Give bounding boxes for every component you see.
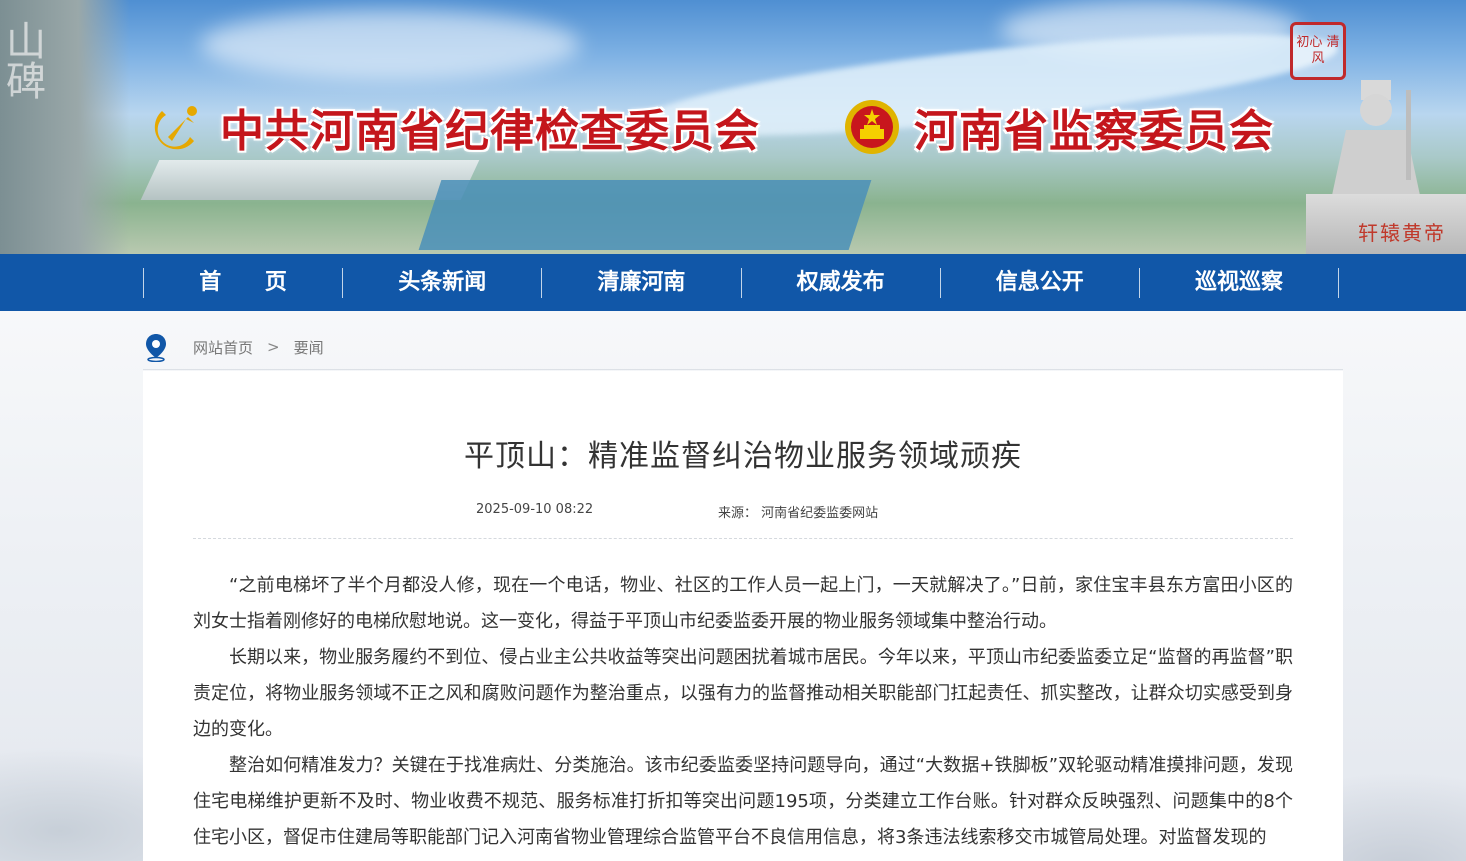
breadcrumb: 网站首页 > 要闻: [143, 331, 324, 363]
rock-inscription: 山碑: [0, 20, 45, 100]
breadcrumb-divider: [143, 369, 1343, 370]
article-date: 2025-09-10 08:22: [476, 502, 594, 517]
cpc-brand[interactable]: 中共河南省纪律检查委员会: [148, 92, 760, 162]
article-paragraph: 整治如何精准发力？关键在于找准病灶、分类施治。该市纪委监委坚持问题导向，通过“大…: [193, 755, 1293, 848]
breadcrumb-current-link[interactable]: 要闻: [294, 337, 324, 358]
article-title: 平顶山：精准监督纠治物业服务领域顽疾: [464, 439, 1022, 474]
statue-base: 轩辕黄帝: [1306, 194, 1466, 254]
cpc-title: 中共河南省纪律检查委员会: [220, 106, 760, 157]
article-meta: 2025-09-10 08:22 来源： 河南省纪委监委网站: [143, 502, 1343, 522]
breadcrumb-home-link[interactable]: 网站首页: [193, 337, 253, 358]
nav-headlines[interactable]: 头条新闻: [342, 268, 541, 298]
gov-title: 河南省监察委员会: [914, 106, 1274, 157]
lake-scenery: [418, 180, 872, 250]
party-emblem-icon: [154, 106, 197, 150]
cloud: [200, 10, 580, 80]
nav-clean-henan[interactable]: 清廉河南: [541, 268, 740, 298]
gov-brand[interactable]: 河南省监察委员会: [842, 92, 1274, 162]
site-banner: 山碑 初心 清风 轩辕黄帝 中共河南省纪律检查委员会 河南省监察委员会: [0, 0, 1466, 254]
dam-scenery: [140, 160, 480, 200]
location-pin-icon: [146, 334, 166, 362]
statue-caption: 轩辕黄帝: [1358, 221, 1446, 245]
nav-releases[interactable]: 权威发布: [740, 268, 940, 298]
rock-scenery: 山碑: [0, 0, 130, 254]
article-source: 来源： 河南省纪委监委网站: [718, 506, 879, 521]
nav-inspection[interactable]: 巡视巡察: [1138, 268, 1340, 298]
national-emblem-icon: [845, 100, 899, 154]
article-panel: 平顶山：精准监督纠治物业服务领域顽疾 2025-09-10 08:22 来源： …: [143, 371, 1343, 861]
article-paragraph: 长期以来，物业服务履约不到位、侵占业主公共收益等突出问题困扰着城市居民。今年以来…: [193, 647, 1293, 740]
nav-bar: 首 页 头条新闻 清廉河南 权威发布 信息公开 巡视巡察: [143, 268, 1340, 298]
article-body: “之前电梯坏了半个月都没人修，现在一个电话，物业、社区的工作人员一起上门，一天就…: [193, 568, 1293, 856]
nav-home[interactable]: 首 页: [143, 268, 342, 298]
nav-disclosure[interactable]: 信息公开: [939, 268, 1139, 298]
breadcrumb-separator: >: [267, 338, 280, 356]
main-nav: 首 页 头条新闻 清廉河南 权威发布 信息公开 巡视巡察: [0, 254, 1466, 311]
article-divider: [193, 538, 1293, 539]
article-paragraph: “之前电梯坏了半个月都没人修，现在一个电话，物业、社区的工作人员一起上门，一天就…: [193, 575, 1293, 632]
